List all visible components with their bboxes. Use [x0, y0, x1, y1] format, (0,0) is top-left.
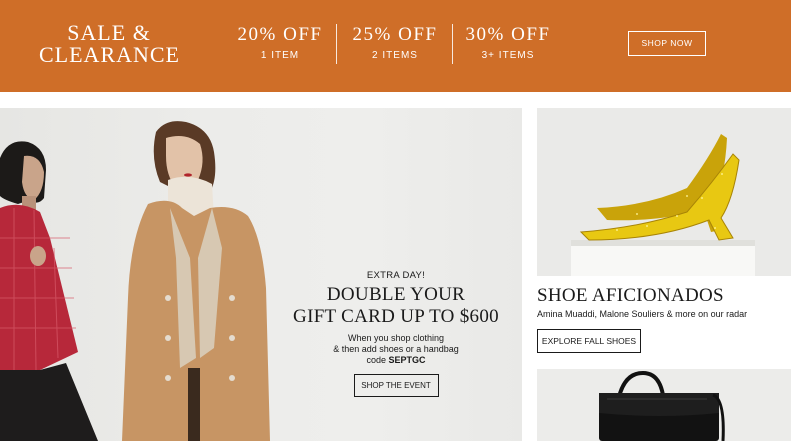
offer-percent: 25% OFF: [352, 24, 438, 45]
handbag-feature-image[interactable]: [537, 369, 791, 441]
promo-code-prefix: code: [366, 355, 389, 365]
promo-headline-line-2: GIFT CARD UP TO $600: [293, 306, 499, 327]
offer-percent: 20% OFF: [237, 24, 323, 45]
shop-now-button[interactable]: SHOP NOW: [628, 31, 706, 56]
sale-banner[interactable]: SALE & CLEARANCE 20% OFF 1 ITEM 25% OFF …: [0, 0, 791, 92]
promo-headline-line-1: DOUBLE YOUR: [326, 284, 466, 305]
promo-code: SEPTGC: [388, 355, 426, 365]
offer-quantity: 3+ ITEMS: [481, 50, 535, 61]
yellow-pump-shoe-image: [571, 134, 755, 276]
promo-body: When you shop clothing & then add shoes …: [280, 333, 512, 355]
offer-quantity: 2 ITEMS: [372, 50, 418, 61]
shoe-feature-heading: SHOE AFICIONADOS: [537, 285, 724, 306]
sale-title: SALE & CLEARANCE: [39, 22, 179, 66]
explore-fall-shoes-button[interactable]: EXPLORE FALL SHOES: [537, 329, 641, 353]
promo-body-line-2: & then add shoes or a handbag: [333, 344, 459, 354]
promo-block: EXTRA DAY! DOUBLE YOUR GIFT CARD UP TO $…: [280, 270, 512, 397]
offer-tier-2: 25% OFF 2 ITEMS: [340, 24, 450, 62]
hero-models-image: [0, 121, 270, 441]
shoe-feature-subheading: Amina Muaddi, Malone Souliers & more on …: [537, 309, 748, 319]
offer-tier-1: 20% OFF 1 ITEM: [225, 24, 335, 62]
promo-code-line: code SEPTGC: [280, 355, 512, 366]
offer-divider: [336, 24, 337, 64]
offer-quantity: 1 ITEM: [260, 50, 300, 61]
promo-kicker: EXTRA DAY!: [366, 270, 426, 281]
promo-headline: DOUBLE YOUR GIFT CARD UP TO $600: [280, 284, 512, 328]
black-handbag-image: [599, 370, 725, 441]
shoe-feature-image[interactable]: [537, 108, 791, 276]
hero-banner[interactable]: EXTRA DAY! DOUBLE YOUR GIFT CARD UP TO $…: [0, 108, 522, 441]
sale-title-line-2: CLEARANCE: [39, 42, 180, 67]
promo-body-line-1: When you shop clothing: [347, 333, 445, 343]
sale-title-line-1: SALE &: [67, 20, 151, 45]
offer-percent: 30% OFF: [465, 24, 551, 45]
offer-tier-3: 30% OFF 3+ ITEMS: [453, 24, 563, 62]
shop-the-event-button[interactable]: SHOP THE EVENT: [353, 374, 439, 397]
